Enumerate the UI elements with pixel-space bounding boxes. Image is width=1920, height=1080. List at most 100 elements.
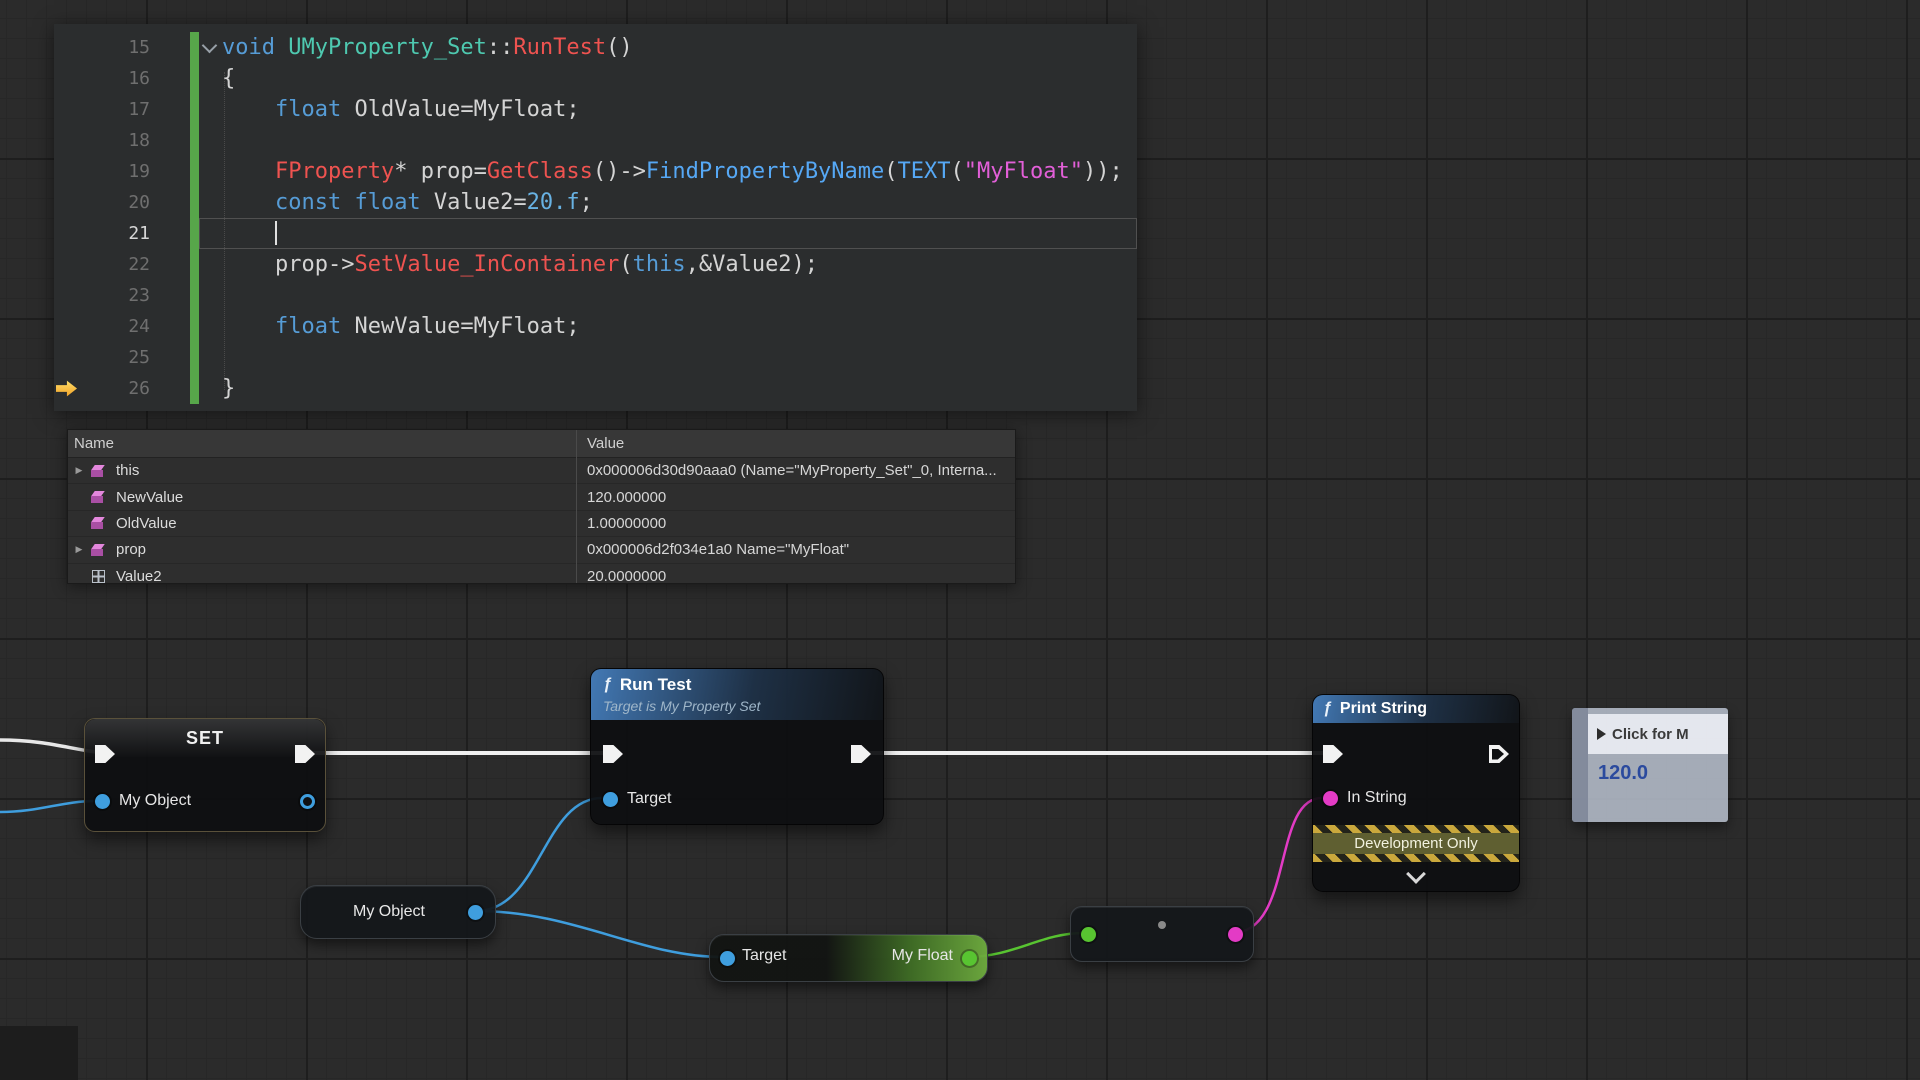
print-string-header: ƒ Print String xyxy=(1313,695,1519,723)
watch-row[interactable]: Value220.0000000 xyxy=(68,564,1015,584)
function-icon: ƒ xyxy=(1323,700,1332,718)
in-string-pin-label: In String xyxy=(1347,789,1407,807)
run-test-header: ƒ Run Test Target is My Property Set xyxy=(591,669,883,720)
line-number[interactable]: 20 xyxy=(80,192,150,213)
code-line: 25 xyxy=(54,342,1137,373)
exec-in-pin[interactable] xyxy=(603,745,623,763)
variable-value[interactable]: 0x000006d2f034e1a0 Name="MyFloat" xyxy=(579,541,1015,558)
line-number[interactable]: 21 xyxy=(80,223,150,244)
my-object-output-pin[interactable] xyxy=(300,794,315,809)
watch-row[interactable]: NewValue120.000000 xyxy=(68,484,1015,510)
code-line: 26} xyxy=(54,373,1137,404)
get-my-float-node[interactable]: Target My Float xyxy=(709,934,988,982)
breakpoint-gutter[interactable] xyxy=(54,125,80,156)
string-output-pin[interactable] xyxy=(1228,927,1243,942)
text-cursor xyxy=(275,221,277,245)
change-marker-bar xyxy=(190,311,199,342)
line-number[interactable]: 15 xyxy=(80,37,150,58)
field-icon xyxy=(90,515,107,531)
breakpoint-gutter[interactable] xyxy=(54,63,80,94)
target-pin-label: Target xyxy=(627,790,671,808)
line-number[interactable]: 18 xyxy=(80,130,150,151)
variable-value[interactable]: 120.000000 xyxy=(579,489,1015,506)
line-number[interactable]: 26 xyxy=(80,378,150,399)
run-test-title: Run Test xyxy=(620,675,691,695)
my-object-output-pin[interactable] xyxy=(468,905,483,920)
change-marker-bar xyxy=(190,373,199,404)
my-float-pin-label: My Float xyxy=(892,947,953,965)
development-only-banner: Development Only xyxy=(1313,825,1519,862)
change-marker-bar xyxy=(190,125,199,156)
variable-value[interactable]: 1.00000000 xyxy=(579,515,1015,532)
exec-out-pin[interactable] xyxy=(295,745,315,763)
line-number[interactable]: 25 xyxy=(80,347,150,368)
float-input-pin[interactable] xyxy=(1081,927,1096,942)
variable-value[interactable]: 20.0000000 xyxy=(579,568,1015,584)
watch-panel[interactable]: Name Value ▶this0x000006d30d90aaa0 (Name… xyxy=(67,429,1016,584)
watch-row[interactable]: ▶prop0x000006d2f034e1a0 Name="MyFloat" xyxy=(68,537,1015,563)
line-number[interactable]: 17 xyxy=(80,99,150,120)
object-icon xyxy=(90,463,107,479)
my-object-getter-node[interactable]: My Object xyxy=(300,885,496,939)
line-number[interactable]: 22 xyxy=(80,254,150,275)
breakpoint-gutter[interactable] xyxy=(54,156,80,187)
expand-toggle[interactable]: ▶ xyxy=(68,544,90,555)
variable-name: Value2 xyxy=(116,568,579,584)
line-number[interactable]: 24 xyxy=(80,316,150,337)
watch-column-name: Name xyxy=(68,435,579,452)
breakpoint-gutter[interactable] xyxy=(54,32,80,63)
set-node[interactable]: SET My Object xyxy=(84,718,326,832)
breakpoint-gutter[interactable] xyxy=(54,311,80,342)
breakpoint-gutter[interactable] xyxy=(54,94,80,125)
exec-in-pin[interactable] xyxy=(95,745,115,763)
code-editor[interactable]: 15void UMyProperty_Set::RunTest()16{17 f… xyxy=(54,24,1137,411)
expand-node-chevron-icon[interactable] xyxy=(1406,864,1426,884)
expand-toggle[interactable]: ▶ xyxy=(68,465,90,476)
line-number[interactable]: 16 xyxy=(80,68,150,89)
run-test-node[interactable]: ƒ Run Test Target is My Property Set Tar… xyxy=(590,668,884,825)
code-text: { xyxy=(199,63,1137,94)
watch-row[interactable]: OldValue1.00000000 xyxy=(68,511,1015,537)
exec-out-pin[interactable] xyxy=(1489,745,1509,763)
column-separator[interactable] xyxy=(576,430,577,583)
fold-chevron-icon[interactable] xyxy=(202,38,218,54)
exec-in-pin[interactable] xyxy=(1323,745,1343,763)
breakpoint-gutter[interactable] xyxy=(54,187,80,218)
variable-value[interactable]: 0x000006d30d90aaa0 (Name="MyProperty_Set… xyxy=(579,462,1015,479)
breakpoint-gutter[interactable] xyxy=(54,342,80,373)
float-to-string-conversion-node[interactable] xyxy=(1070,906,1254,962)
field-icon xyxy=(90,489,107,505)
breakpoint-gutter[interactable] xyxy=(54,218,80,249)
change-marker-bar xyxy=(190,156,199,187)
my-float-output-pin[interactable] xyxy=(962,951,977,966)
print-string-node[interactable]: ƒ Print String In String Development Onl… xyxy=(1312,694,1520,892)
exec-out-pin[interactable] xyxy=(851,745,871,763)
breakpoint-gutter[interactable] xyxy=(54,249,80,280)
target-pin-label: Target xyxy=(742,947,786,965)
target-input-pin[interactable] xyxy=(720,951,735,966)
debug-widget-header-label: Click for M xyxy=(1612,726,1689,743)
change-marker-bar xyxy=(190,32,199,63)
change-marker-bar xyxy=(190,342,199,373)
run-test-subtitle: Target is My Property Set xyxy=(603,698,871,714)
variable-name: this xyxy=(116,462,579,479)
target-input-pin[interactable] xyxy=(603,792,618,807)
debug-widget-header[interactable]: Click for M xyxy=(1588,714,1728,754)
variable-name: OldValue xyxy=(116,515,579,532)
breakpoint-gutter[interactable] xyxy=(54,280,80,311)
function-icon: ƒ xyxy=(603,676,612,694)
code-line: 19 FProperty* prop=GetClass()->FindPrope… xyxy=(54,156,1137,187)
code-text: FProperty* prop=GetClass()->FindProperty… xyxy=(199,156,1137,187)
change-marker-bar xyxy=(190,94,199,125)
development-only-label: Development Only xyxy=(1313,833,1519,854)
field-icon xyxy=(90,542,107,558)
my-object-input-pin[interactable] xyxy=(95,794,110,809)
code-line: 22 prop->SetValue_InContainer(this,&Valu… xyxy=(54,249,1137,280)
line-number[interactable]: 19 xyxy=(80,161,150,182)
line-number[interactable]: 23 xyxy=(80,285,150,306)
code-lines: 15void UMyProperty_Set::RunTest()16{17 f… xyxy=(54,32,1137,404)
watch-row[interactable]: ▶ this0x000006d30d90aaa0 (Name="MyPropert… xyxy=(68,458,1015,484)
debug-value-widget[interactable]: Click for M 120.0 xyxy=(1572,708,1728,822)
in-string-input-pin[interactable] xyxy=(1323,791,1338,806)
breakpoint-gutter[interactable] xyxy=(54,373,80,404)
